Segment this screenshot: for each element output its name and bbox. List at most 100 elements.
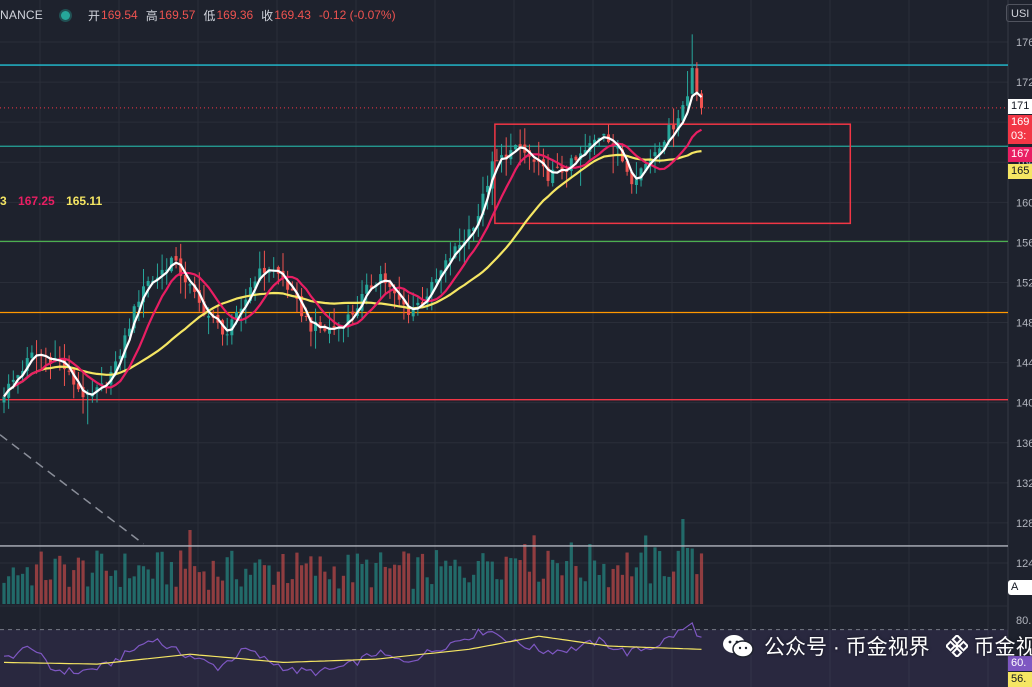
- volume-bar: [30, 585, 34, 604]
- volume-bar: [295, 552, 299, 604]
- volume-bar: [174, 586, 178, 604]
- volume-bar: [216, 576, 220, 604]
- volume-bar: [272, 584, 276, 604]
- volume-bar: [332, 566, 336, 604]
- change-value: -0.12 (-0.07%): [318, 8, 396, 22]
- volume-bar: [565, 561, 569, 604]
- volume-bar: [114, 570, 118, 604]
- volume-bar: [639, 552, 643, 604]
- volume-bar: [658, 551, 662, 604]
- volume-bar: [597, 574, 601, 604]
- price-label: 169: [1008, 115, 1032, 130]
- volume-bar: [383, 566, 387, 604]
- candle: [634, 179, 638, 185]
- watermark-left-text: 公众号 · 币金视界: [764, 636, 930, 659]
- volume-bar: [592, 560, 597, 604]
- volume-bar: [211, 560, 215, 604]
- volume-bar: [690, 548, 694, 604]
- volume-bar: [406, 553, 411, 604]
- volume-bar: [462, 577, 466, 604]
- candle: [686, 96, 690, 106]
- price-tick-label: 176: [1016, 37, 1032, 49]
- ma-legend: 3 167.25 165.11: [0, 194, 110, 208]
- volume-bar: [472, 574, 476, 604]
- volume-bar: [11, 567, 15, 604]
- volume-bar: [309, 556, 313, 604]
- volume-bar: [676, 550, 680, 604]
- price-label: 167: [1008, 147, 1032, 162]
- volume-bar: [286, 583, 290, 604]
- volume-bar: [16, 575, 20, 604]
- price-tick-label: 160: [1016, 197, 1032, 209]
- volume-bar: [653, 547, 657, 604]
- volume-bar: [220, 580, 225, 604]
- price-tick-label: 172: [1016, 77, 1032, 89]
- volume-bar: [90, 572, 94, 604]
- volume-bar: [388, 568, 392, 604]
- volume-label: A: [1008, 580, 1032, 595]
- candle: [67, 370, 71, 372]
- volume-bar: [327, 579, 332, 604]
- volume-bar: [448, 565, 452, 604]
- volume-bar: [137, 565, 141, 604]
- volume-bar: [546, 550, 550, 604]
- candle: [304, 315, 308, 317]
- volume-bar: [281, 554, 285, 604]
- currency-button[interactable]: USI: [1006, 4, 1032, 22]
- volume-bar: [230, 550, 234, 604]
- volume-bar: [425, 577, 429, 604]
- price-chart[interactable]: 1761721681641601561521481441401361321281…: [0, 0, 1032, 687]
- volume-bar: [625, 552, 629, 604]
- ma-legend-value: 165.11: [66, 194, 103, 208]
- volume-bar: [21, 573, 25, 604]
- trend-line: [0, 434, 144, 545]
- volume-bar: [402, 551, 406, 604]
- volume-bar: [337, 588, 341, 604]
- candle: [532, 159, 536, 162]
- volume-bar: [551, 559, 555, 604]
- volume-bar: [127, 578, 132, 604]
- volume-bar: [346, 554, 350, 604]
- low-label: 低: [203, 8, 216, 23]
- candle: [574, 156, 578, 161]
- candle: [695, 68, 699, 92]
- volume-bar: [569, 542, 573, 604]
- volume-bar: [262, 565, 266, 604]
- candles: [2, 34, 703, 425]
- volume-bar: [276, 571, 280, 604]
- volume-bar: [355, 553, 359, 604]
- price-tick-label: 132: [1016, 478, 1032, 490]
- candle: [653, 152, 657, 157]
- volume-bar: [369, 587, 373, 604]
- volume-bar: [253, 562, 257, 604]
- volume-bar: [527, 571, 532, 604]
- volume-bar: [616, 565, 620, 604]
- price-tick-label: 156: [1016, 237, 1032, 249]
- volume-bar: [58, 555, 62, 604]
- volume-bar: [434, 550, 439, 604]
- volume-bar: [620, 574, 625, 604]
- volume-bar: [453, 559, 457, 604]
- volume-bar: [648, 583, 652, 604]
- volume-bar: [365, 559, 369, 604]
- candle: [174, 256, 178, 261]
- watermark: 公众号 · 币金视界 币金视界: [722, 626, 1032, 666]
- volume-bar: [444, 560, 448, 604]
- ma-mid-line: [3, 128, 703, 398]
- volume-bar: [165, 584, 169, 604]
- volume-bar: [132, 576, 136, 604]
- symbol-name[interactable]: NANCE: [0, 8, 43, 22]
- volume-bar: [495, 579, 499, 604]
- volume-bar: [188, 530, 192, 604]
- volume-bar: [379, 552, 383, 604]
- volume-bar: [109, 575, 113, 604]
- price-label: 03:: [1008, 129, 1032, 144]
- low-value: 169.36: [216, 8, 254, 22]
- candle: [188, 284, 192, 286]
- volume-bar: [430, 584, 434, 604]
- volume-bar: [202, 571, 206, 604]
- candle: [323, 328, 327, 331]
- price-label: 165: [1008, 164, 1032, 179]
- volume-bar: [81, 560, 85, 604]
- candle: [495, 160, 499, 162]
